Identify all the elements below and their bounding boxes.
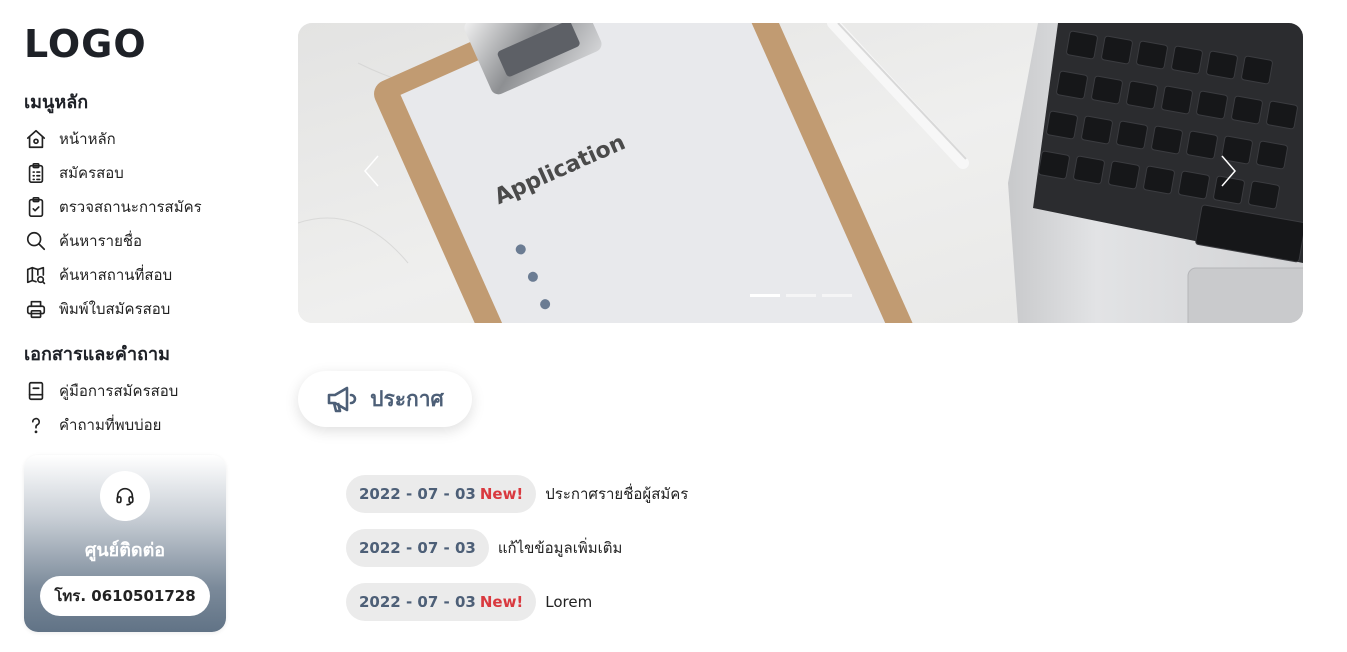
menu-item-label: คำถามที่พบบ่อย (59, 416, 162, 434)
headset-icon (100, 471, 150, 521)
announcement-title-link[interactable]: แก้ไขข้อมูลเพิ่มเติม (498, 536, 623, 560)
home-icon (24, 127, 48, 151)
menu-item-home[interactable]: หน้าหลัก (24, 122, 234, 156)
megaphone-icon (327, 386, 357, 413)
announcement-item[interactable]: 2022 - 07 - 03 แก้ไขข้อมูลเพิ่มเติม (346, 529, 688, 567)
announcements-title: ประกาศ (370, 386, 444, 411)
carousel-indicator[interactable] (750, 294, 780, 297)
new-badge: New! (479, 485, 524, 503)
announcement-date: 2022 - 07 - 03 (359, 485, 476, 503)
carousel-indicator[interactable] (786, 294, 816, 297)
banner-image: Application (298, 23, 1303, 323)
announcement-title-link[interactable]: ประกาศรายชื่อผู้สมัคร (545, 482, 688, 506)
carousel-indicator[interactable] (822, 294, 852, 297)
chevron-left-icon (364, 155, 379, 187)
menu-item-label: หน้าหลัก (59, 130, 116, 148)
carousel-prev-button[interactable] (356, 151, 386, 191)
carousel-indicators (750, 294, 852, 297)
menu-item-faq[interactable]: คำถามที่พบบ่อย (24, 408, 234, 442)
menu-item-label: คู่มือการสมัครสอบ (59, 382, 179, 400)
contact-phone-button[interactable]: โทร. 0610501728 (40, 576, 210, 616)
date-badge: 2022 - 07 - 03 (346, 529, 489, 567)
main-menu: หน้าหลัก สมัครสอบ ตรวจสถานะการสมัคร ค้นห… (24, 122, 234, 326)
menu-item-print-form[interactable]: พิมพ์ใบสมัครสอบ (24, 292, 234, 326)
printer-icon (24, 297, 48, 321)
new-badge: New! (479, 593, 524, 611)
main-menu-title: เมนูหลัก (24, 92, 89, 113)
menu-item-apply[interactable]: สมัครสอบ (24, 156, 234, 190)
menu-item-label: ค้นหาสถานที่สอบ (59, 266, 173, 284)
banner-carousel: Application (298, 23, 1303, 323)
menu-item-label: พิมพ์ใบสมัครสอบ (59, 300, 171, 318)
chevron-right-icon (1221, 155, 1236, 187)
sidebar: LOGO เมนูหลัก หน้าหลัก สมัครสอบ ตรวจสถาน… (24, 18, 234, 458)
clipboard-list-icon (24, 161, 48, 185)
announcement-title-link[interactable]: Lorem (545, 593, 592, 611)
announcement-date: 2022 - 07 - 03 (359, 539, 476, 557)
menu-item-manual[interactable]: คู่มือการสมัครสอบ (24, 374, 234, 408)
menu-item-label: ตรวจสถานะการสมัคร (59, 198, 202, 216)
announcements-header: ประกาศ (298, 371, 472, 427)
announcement-list: 2022 - 07 - 03 New! ประกาศรายชื่อผู้สมัค… (346, 475, 688, 637)
menu-item-search-name[interactable]: ค้นหารายชื่อ (24, 224, 234, 258)
date-badge: 2022 - 07 - 03 New! (346, 475, 537, 513)
announcement-item[interactable]: 2022 - 07 - 03 New! ประกาศรายชื่อผู้สมัค… (346, 475, 688, 513)
question-icon (24, 413, 48, 437)
carousel-next-button[interactable] (1214, 151, 1244, 191)
date-badge: 2022 - 07 - 03 New! (346, 583, 537, 621)
contact-card: ศูนย์ติดต่อ โทร. 0610501728 (24, 455, 226, 632)
docs-menu: คู่มือการสมัครสอบ คำถามที่พบบ่อย (24, 374, 234, 442)
docs-menu-title: เอกสารและคำถาม (24, 344, 170, 365)
announcement-item[interactable]: 2022 - 07 - 03 New! Lorem (346, 583, 688, 621)
logo[interactable]: LOGO (24, 18, 234, 70)
clipboard-check-icon (24, 195, 48, 219)
menu-item-search-location[interactable]: ค้นหาสถานที่สอบ (24, 258, 234, 292)
menu-item-check-status[interactable]: ตรวจสถานะการสมัคร (24, 190, 234, 224)
book-icon (24, 379, 48, 403)
announcement-date: 2022 - 07 - 03 (359, 593, 476, 611)
menu-item-label: ค้นหารายชื่อ (59, 232, 143, 250)
contact-title: ศูนย์ติดต่อ (84, 540, 166, 561)
search-icon (24, 229, 48, 253)
menu-item-label: สมัครสอบ (59, 164, 124, 182)
map-search-icon (24, 263, 48, 287)
